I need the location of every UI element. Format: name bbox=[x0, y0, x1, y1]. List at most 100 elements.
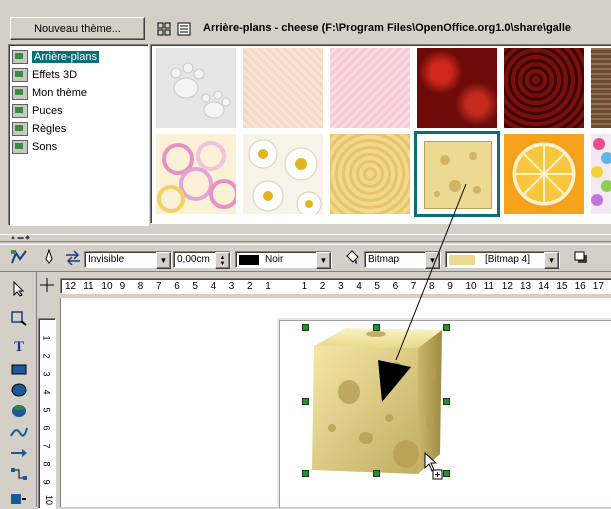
theme-item-label: Sons bbox=[32, 141, 58, 153]
connector-icon[interactable] bbox=[8, 465, 30, 483]
theme-item-arriere-plans[interactable]: Arrière-plans bbox=[12, 49, 99, 65]
ruler-tick-label: 11 bbox=[483, 281, 494, 292]
3d-object-icon[interactable] bbox=[8, 402, 30, 420]
theme-item-mon-theme[interactable]: Mon thème bbox=[12, 85, 87, 101]
line-color-select[interactable]: Noir ▼ bbox=[235, 251, 332, 269]
theme-icon bbox=[12, 68, 28, 82]
line-width-field[interactable]: 0,00cm ▲ ▼ bbox=[173, 251, 231, 269]
chevron-down-icon[interactable]: ▼ bbox=[156, 252, 171, 269]
selection-handle[interactable] bbox=[373, 470, 380, 477]
rectangle-icon[interactable] bbox=[8, 360, 30, 378]
ruler-tick-label: 3 bbox=[338, 281, 344, 292]
chevron-down-icon[interactable]: ▼ bbox=[316, 252, 331, 269]
area-fill-icon[interactable] bbox=[344, 250, 360, 266]
ruler-tick-label: 1 bbox=[265, 281, 271, 292]
fill-value: [Bitmap 4] bbox=[485, 254, 531, 265]
thumbnail-cheese[interactable] bbox=[414, 131, 500, 217]
ruler-tick-label: 5 bbox=[192, 281, 198, 292]
select-arrow-icon[interactable] bbox=[8, 280, 30, 298]
ruler-corner[interactable] bbox=[38, 278, 56, 292]
fill-value-select[interactable]: [Bitmap 4] ▼ bbox=[445, 251, 560, 269]
more-tools-icon[interactable] bbox=[8, 490, 30, 508]
thumbnail-brown-texture[interactable] bbox=[591, 48, 611, 128]
line-icon[interactable] bbox=[44, 248, 54, 265]
ruler-tick-label: 3 bbox=[228, 281, 235, 292]
ruler-tick-label: 2 bbox=[41, 353, 52, 359]
gallery-splitter[interactable] bbox=[0, 234, 611, 242]
selection-handle[interactable] bbox=[373, 324, 380, 331]
ruler-tick-label: 2 bbox=[319, 281, 326, 292]
ruler-tick-label: 1 bbox=[41, 335, 52, 341]
ruler-tick-label: 3 bbox=[41, 371, 52, 377]
ruler-tick-label: 10 bbox=[101, 281, 113, 292]
shapes-icon[interactable] bbox=[10, 249, 28, 265]
grid-view-icon[interactable] bbox=[157, 22, 171, 36]
thumbnail-beige-texture[interactable] bbox=[243, 48, 323, 128]
theme-item-regles[interactable]: Règles bbox=[12, 121, 66, 137]
ruler-tick-label: 4 bbox=[41, 389, 52, 395]
new-theme-button-label: Nouveau thème... bbox=[34, 22, 121, 35]
ruler-tick-label: 5 bbox=[41, 407, 52, 413]
gallery-title: Arrière-plans - cheese (F:\Program Files… bbox=[203, 22, 572, 34]
ruler-tick-label: 11 bbox=[83, 281, 94, 292]
ellipse-icon[interactable] bbox=[8, 381, 30, 399]
thumbnail-pink-texture[interactable] bbox=[330, 48, 410, 128]
thumbnail-daisies[interactable] bbox=[243, 134, 323, 217]
chevron-down-icon[interactable]: ▼ bbox=[544, 252, 559, 269]
stepper-icon[interactable]: ▲ ▼ bbox=[215, 252, 230, 269]
thumbnail-orange-slice[interactable] bbox=[504, 134, 584, 214]
theme-item-label: Effets 3D bbox=[32, 69, 78, 81]
ruler-tick-label: 5 bbox=[374, 281, 380, 292]
thumbnail-pink-rings[interactable] bbox=[156, 134, 239, 214]
theme-item-effets-3d[interactable]: Effets 3D bbox=[12, 67, 77, 83]
thumbnail-yellow-flowers[interactable] bbox=[330, 134, 410, 214]
fill-type-select[interactable]: Bitmap ▼ bbox=[364, 251, 441, 269]
ruler-tick-label: 9 bbox=[119, 281, 126, 292]
ruler-tick-label: 2 bbox=[247, 281, 253, 292]
ruler-tick-label: 16 bbox=[574, 281, 586, 292]
text-icon[interactable]: T bbox=[8, 338, 30, 356]
ruler-tick-label: 4 bbox=[210, 281, 217, 292]
thumbnail-dark-red-texture[interactable] bbox=[504, 48, 584, 128]
ruler-tick-label: 6 bbox=[174, 281, 180, 292]
theme-item-label: Règles bbox=[32, 123, 67, 135]
selection-handle[interactable] bbox=[302, 324, 309, 331]
list-view-icon[interactable] bbox=[177, 22, 191, 36]
theme-icon bbox=[12, 50, 28, 64]
thumbnail-red-roses[interactable] bbox=[417, 48, 497, 128]
zoom-icon[interactable] bbox=[8, 309, 30, 327]
ruler-tick-label: 6 bbox=[392, 281, 399, 292]
line-style-select[interactable]: Invisible ▼ bbox=[84, 251, 172, 269]
arrow-style-icon[interactable] bbox=[64, 249, 82, 266]
theme-item-label: Arrière-plans bbox=[32, 51, 99, 63]
theme-item-sons[interactable]: Sons bbox=[12, 139, 57, 155]
horizontal-ruler[interactable]: 12 11 10 9 8 7 6 5 4 3 2 1 1 2 3 4 5 6 7 8 9 10 11 12 13 14 15 16 17 bbox=[60, 278, 611, 294]
splitter-grip-icon[interactable]: ▲ ▬ ◆ bbox=[10, 234, 70, 241]
curve-icon[interactable] bbox=[8, 423, 30, 441]
selection-handle[interactable] bbox=[302, 470, 309, 477]
shadow-icon[interactable] bbox=[574, 251, 588, 265]
line-color-value: Noir bbox=[265, 254, 284, 265]
fill-type-value: Bitmap bbox=[368, 254, 400, 265]
theme-item-puces[interactable]: Puces bbox=[12, 103, 63, 119]
ruler-tick-label: 8 bbox=[429, 281, 435, 292]
theme-item-label: Mon thème bbox=[32, 87, 88, 99]
thumbnail-paws[interactable] bbox=[156, 48, 236, 128]
ruler-tick-label: 6 bbox=[41, 425, 52, 431]
theme-icon bbox=[12, 140, 28, 154]
line-arrow-icon[interactable] bbox=[8, 444, 30, 462]
chevron-down-icon[interactable]: ▼ bbox=[425, 252, 440, 269]
selection-handle[interactable] bbox=[443, 324, 450, 331]
gallery-thumbnails[interactable] bbox=[150, 44, 611, 224]
vertical-ruler[interactable]: 1 2 3 4 5 6 7 8 9 10 bbox=[38, 318, 56, 509]
selection-handle[interactable] bbox=[302, 398, 309, 405]
selection-handle[interactable] bbox=[443, 398, 450, 405]
ruler-tick-label: 9 bbox=[447, 281, 453, 292]
thumbnail-candy[interactable] bbox=[591, 134, 611, 214]
themes-list[interactable]: Arrière-plans Effets 3D Mon thème Puces … bbox=[8, 44, 149, 226]
ruler-tick-label: 10 bbox=[465, 281, 477, 292]
ruler-tick-label: 7 bbox=[41, 443, 52, 449]
new-theme-button[interactable]: Nouveau thème... bbox=[10, 17, 145, 40]
ruler-tick-label: 4 bbox=[356, 281, 362, 292]
ruler-tick-label: 17 bbox=[592, 281, 604, 292]
